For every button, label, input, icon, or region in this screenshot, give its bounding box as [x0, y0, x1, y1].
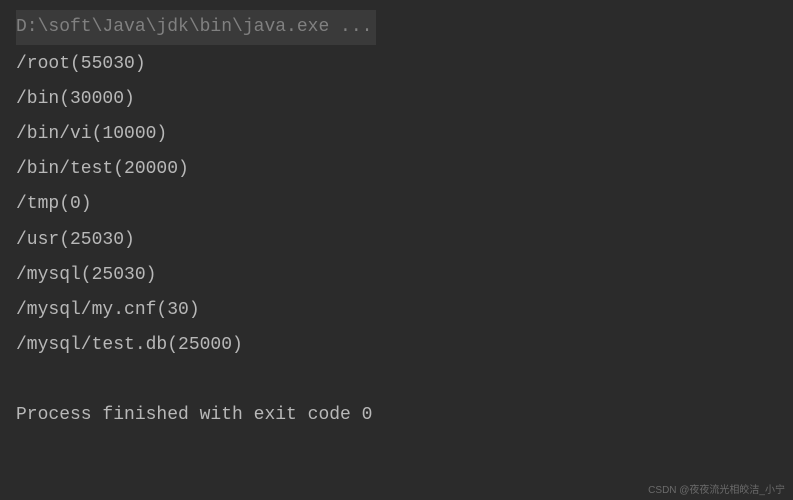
console-output: D:\soft\Java\jdk\bin\java.exe ... /root(…	[0, 0, 793, 443]
output-line: /mysql(25030)	[16, 258, 777, 293]
output-blank-line	[16, 363, 777, 398]
output-line: /mysql/my.cnf(30)	[16, 293, 777, 328]
output-line: /tmp(0)	[16, 187, 777, 222]
command-line: D:\soft\Java\jdk\bin\java.exe ...	[16, 10, 376, 45]
output-line: /bin/test(20000)	[16, 152, 777, 187]
process-finished-line: Process finished with exit code 0	[16, 398, 777, 433]
output-line: /root(55030)	[16, 47, 777, 82]
watermark: CSDN @夜夜流光相皎洁_小宁	[648, 481, 785, 496]
output-line: /usr(25030)	[16, 223, 777, 258]
output-line: /bin(30000)	[16, 82, 777, 117]
output-line: /mysql/test.db(25000)	[16, 328, 777, 363]
output-line: /bin/vi(10000)	[16, 117, 777, 152]
